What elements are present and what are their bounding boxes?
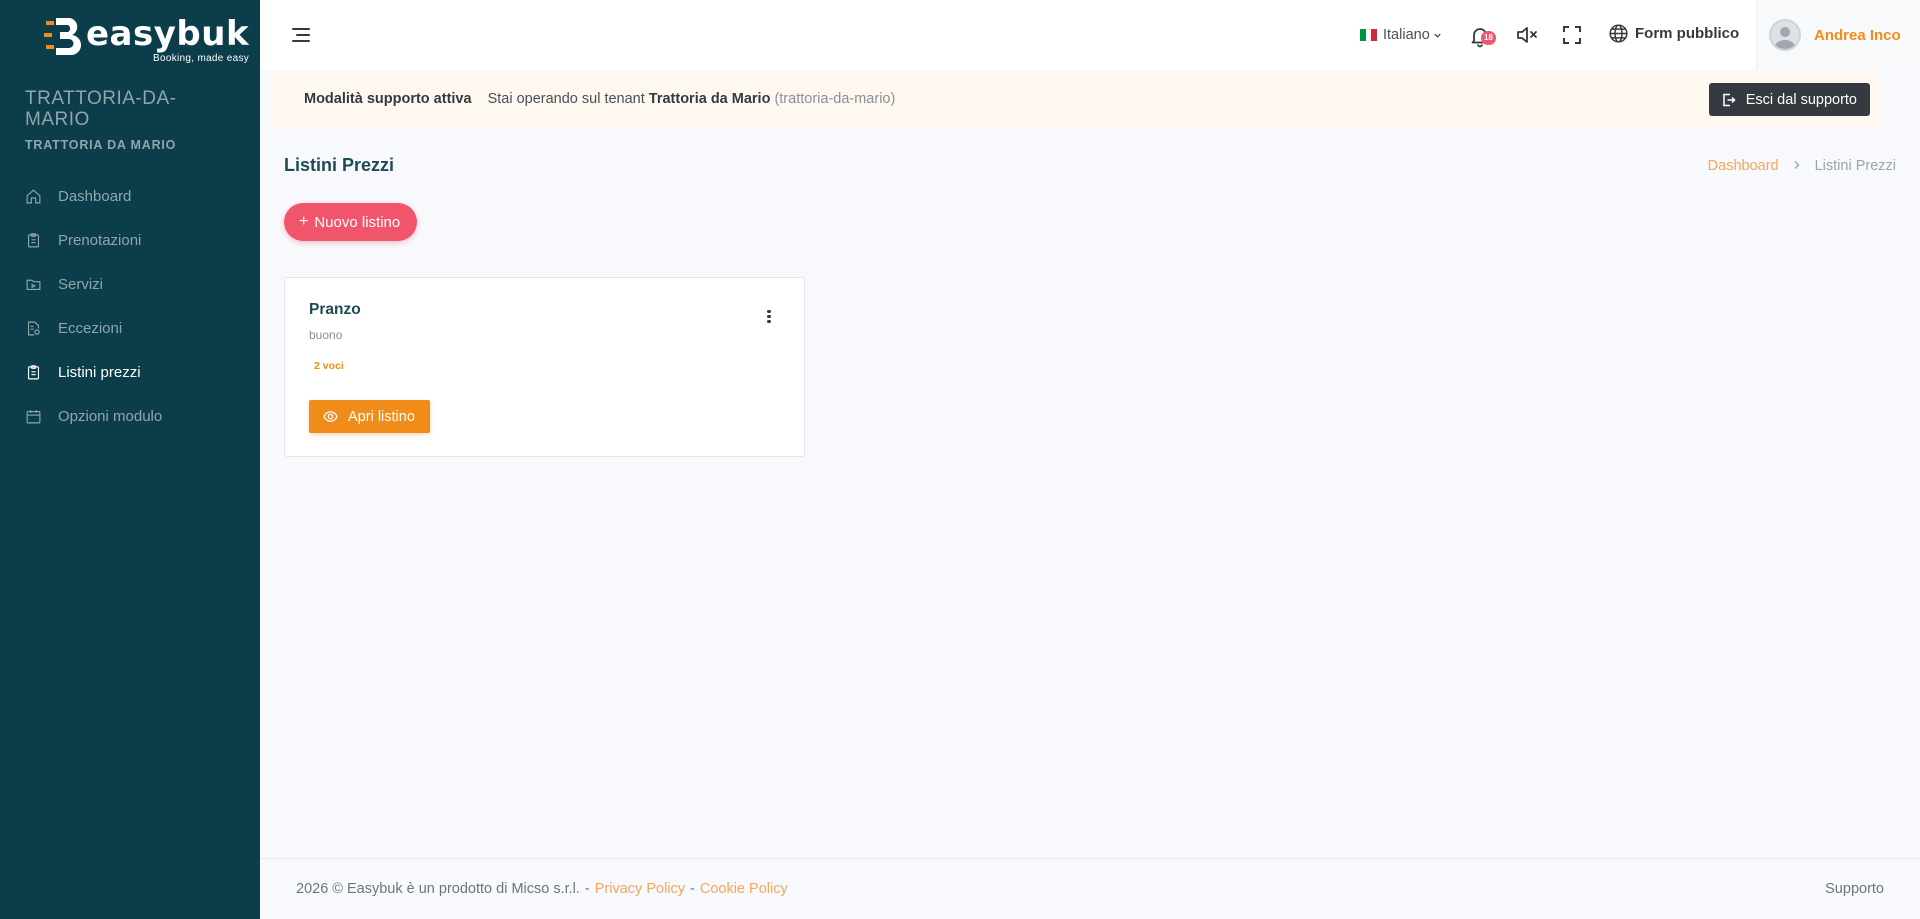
menu-toggle-icon[interactable] <box>291 25 313 45</box>
easybuk-logo[interactable]: easybuk Booking, made easy <box>44 15 249 71</box>
breadcrumb: Dashboard Listini Prezzi <box>1708 158 1896 174</box>
clipboard-list-icon <box>24 363 42 381</box>
logo-mark-icon <box>44 15 82 57</box>
sidebar-item-opzioni-modulo[interactable]: Opzioni modulo <box>0 394 260 438</box>
public-form-label: Form pubblico <box>1635 25 1740 42</box>
breadcrumb-current: Listini Prezzi <box>1814 158 1896 174</box>
home-icon <box>24 187 42 205</box>
user-name: Andrea Inco <box>1814 26 1901 44</box>
footer-separator: - <box>690 881 695 897</box>
cookie-policy-link[interactable]: Cookie Policy <box>700 881 788 897</box>
price-list-card: Pranzo buono 2 voci Apri listino <box>284 277 805 457</box>
exit-support-button[interactable]: Esci dal supporto <box>1708 83 1870 116</box>
support-link[interactable]: Supporto <box>1825 881 1884 897</box>
volume-mute-icon[interactable] <box>1515 24 1539 46</box>
chevron-down-icon <box>1433 31 1442 40</box>
sidebar-item-servizi[interactable]: Servizi <box>0 262 260 306</box>
calendar-icon <box>24 407 42 425</box>
footer-separator: - <box>584 881 590 897</box>
brand-name: easybuk <box>86 14 250 54</box>
sidebar-item-dashboard[interactable]: Dashboard <box>0 174 260 218</box>
language-label: Italiano <box>1383 27 1430 43</box>
new-price-list-label: Nuovo listino <box>314 213 401 231</box>
sidebar-item-eccezioni[interactable]: Eccezioni <box>0 306 260 350</box>
price-list-items-count: 2 voci <box>314 360 344 372</box>
support-banner-slug: (trattoria-da-mario) <box>774 91 896 107</box>
tenant-title: TRATTORIA-DA-MARIO <box>25 88 177 130</box>
privacy-policy-link[interactable]: Privacy Policy <box>595 881 685 897</box>
public-form-link[interactable]: Form pubblico <box>1608 23 1739 44</box>
breadcrumb-dashboard-link[interactable]: Dashboard <box>1708 158 1779 174</box>
open-price-list-label: Apri listino <box>348 408 415 425</box>
support-banner-title: Modalità supporto attiva <box>304 91 472 107</box>
tenant-subtitle: TRATTORIA DA MARIO <box>25 138 177 152</box>
exit-icon <box>1722 93 1736 107</box>
more-options-icon[interactable] <box>763 308 775 326</box>
plus-icon: + <box>299 213 309 230</box>
eye-icon <box>323 409 338 424</box>
support-mode-banner: Modalità supporto attiva Stai operando s… <box>270 70 1880 128</box>
sidebar-nav: Dashboard Prenotazioni Servizi Eccezioni… <box>0 174 260 438</box>
sidebar-item-label: Servizi <box>58 275 104 293</box>
fullscreen-icon[interactable] <box>1562 25 1582 45</box>
language-selector[interactable]: Italiano <box>1360 24 1442 46</box>
sidebar-item-label: Opzioni modulo <box>58 407 163 425</box>
brand-tagline: Booking, made easy <box>153 53 250 64</box>
folder-icon <box>24 275 42 293</box>
page-title: Listini Prezzi <box>284 155 395 175</box>
sidebar-item-listini-prezzi[interactable]: Listini prezzi <box>0 350 260 394</box>
support-banner-tenant: Trattoria da Mario <box>648 91 771 107</box>
globe-icon <box>1608 23 1629 44</box>
sidebar-item-label: Eccezioni <box>58 319 123 337</box>
sidebar: easybuk Booking, made easy TRATTORIA-DA-… <box>0 0 260 919</box>
avatar <box>1769 19 1801 51</box>
exit-support-label: Esci dal supporto <box>1745 91 1857 108</box>
footer-copyright: 2026 © Easybuk è un prodotto di Micso s.… <box>296 881 580 897</box>
price-list-name: Pranzo <box>309 301 361 318</box>
file-settings-icon <box>24 319 42 337</box>
sidebar-item-label: Dashboard <box>58 187 132 205</box>
support-banner-text: Stai operando sul tenant <box>487 91 645 107</box>
italy-flag-icon <box>1360 29 1378 41</box>
price-list-description: buono <box>309 328 343 342</box>
footer: 2026 © Easybuk è un prodotto di Micso s.… <box>260 858 1920 919</box>
user-menu[interactable]: Andrea Inco <box>1756 0 1920 70</box>
open-price-list-button[interactable]: Apri listino <box>309 400 430 433</box>
sidebar-item-prenotazioni[interactable]: Prenotazioni <box>0 218 260 262</box>
notification-badge: 18 <box>1481 31 1496 45</box>
sidebar-item-label: Listini prezzi <box>58 363 141 381</box>
clipboard-icon <box>24 231 42 249</box>
sidebar-item-label: Prenotazioni <box>58 231 142 249</box>
topbar: Italiano 18 Form pubblico Andrea Inco <box>260 0 1920 70</box>
new-price-list-button[interactable]: + Nuovo listino <box>284 203 418 241</box>
chevron-right-icon <box>1793 159 1801 173</box>
